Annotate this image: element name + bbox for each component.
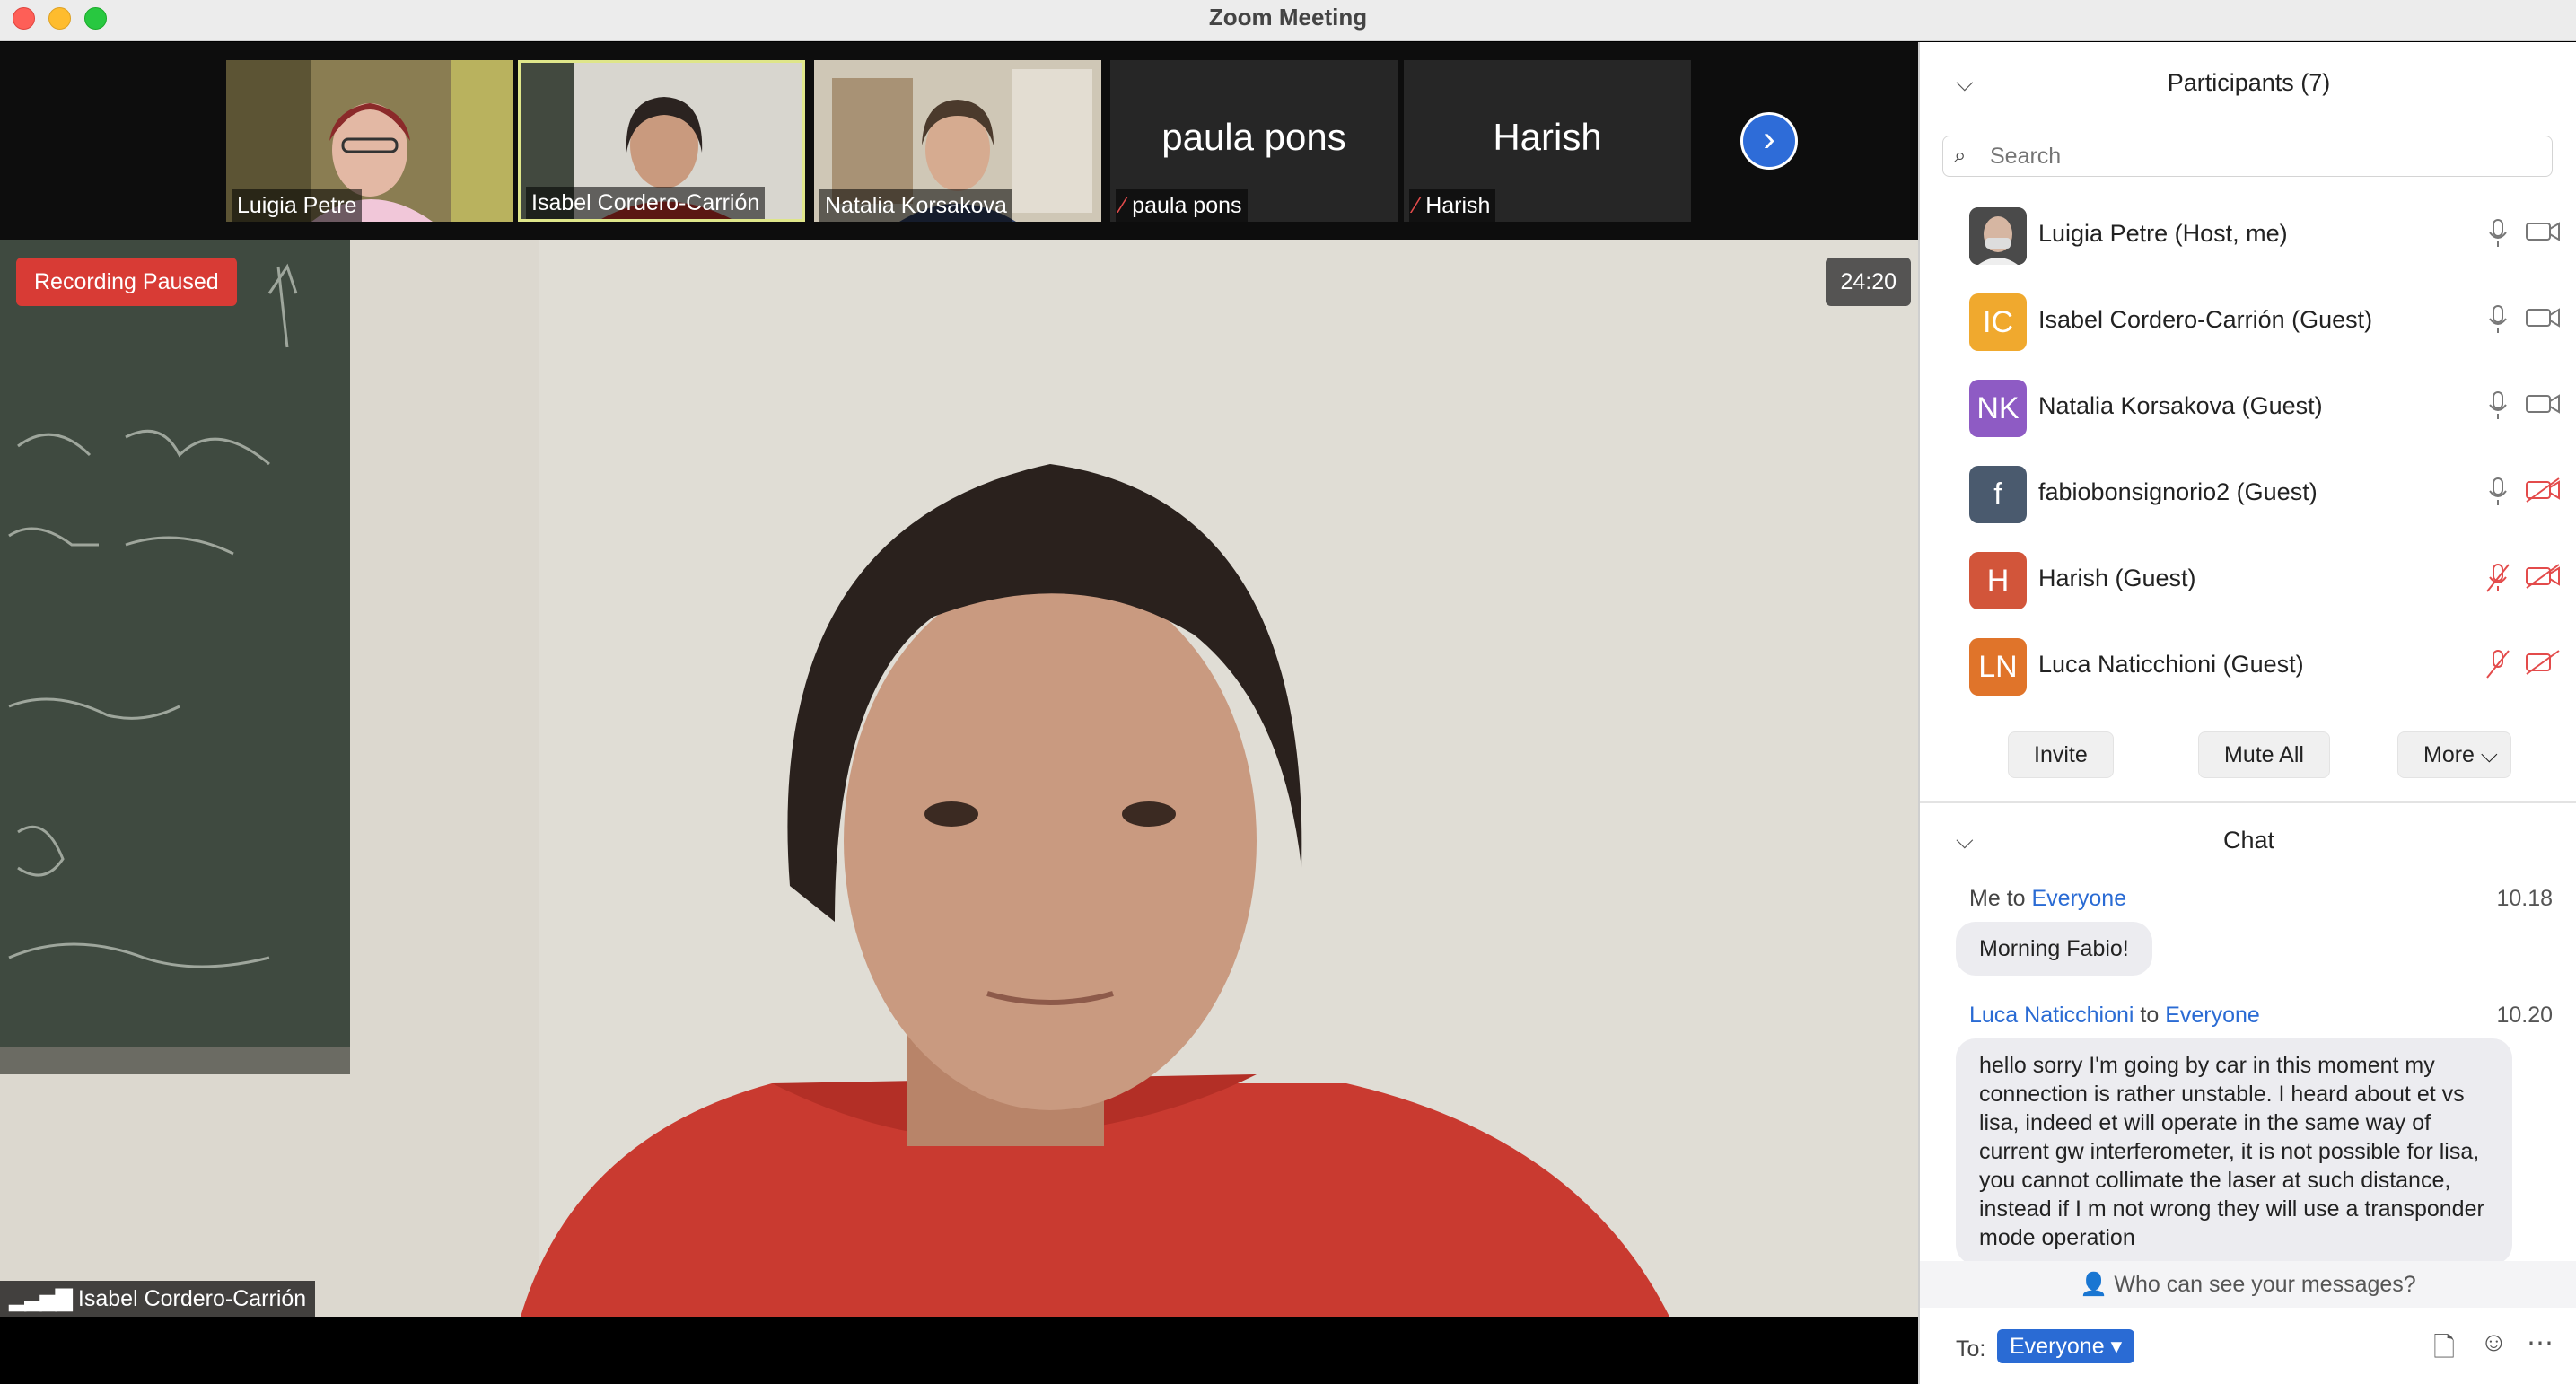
participant-search[interactable]: ⌕	[1942, 136, 2553, 177]
microphone-muted-icon	[2480, 563, 2516, 599]
avatar: IC	[1969, 293, 2027, 351]
more-button[interactable]: More ⌵	[2397, 731, 2511, 778]
participant-big-name: Harish	[1493, 116, 1602, 158]
person-icon: 👤	[2080, 1272, 2108, 1297]
message-header: Me to Everyone	[1969, 886, 2127, 911]
emoji-icon[interactable]: ☺	[2480, 1327, 2508, 1358]
participant-row[interactable]: Luigia Petre (Host, me)	[1920, 195, 2576, 281]
search-input[interactable]	[1990, 136, 2528, 176]
who-can-see-messages[interactable]: 👤 Who can see your messages?	[1920, 1261, 2576, 1308]
avatar: f	[1969, 466, 2027, 523]
thumbnail-natalia-korsakova[interactable]: Natalia Korsakova	[814, 60, 1101, 222]
chat-composer: To: Everyone ▾ 🗋 ☺ ⋯	[1920, 1308, 2576, 1384]
microphone-icon	[2480, 390, 2516, 426]
thumbnail-name: Natalia Korsakova	[819, 189, 1012, 222]
participant-name: Isabel Cordero-Carrión (Guest)	[2038, 306, 2373, 333]
file-icon[interactable]: 🗋	[2433, 1327, 2455, 1373]
video-camera-off-icon	[2523, 477, 2563, 512]
participants-title: Participants (7)	[2167, 69, 2331, 96]
message-header: Luca Naticchioni to Everyone	[1969, 1003, 2260, 1028]
thumbnail-harish[interactable]: Harish ∕ Harish	[1404, 60, 1691, 222]
thumbnail-paula-pons[interactable]: paula pons ∕ paula pons	[1110, 60, 1398, 222]
zoom-window: Zoom Meeting Luigia Petre Isabel Cordero…	[0, 0, 2576, 1384]
participant-big-name: paula pons	[1161, 116, 1346, 158]
microphone-muted-icon	[2480, 649, 2516, 685]
speaker-video-frame	[0, 240, 1918, 1317]
signal-strength-icon: ▂▃▅▇	[9, 1286, 73, 1311]
recipient-link[interactable]: Everyone	[2165, 1003, 2260, 1028]
chevron-right-icon: ›	[1763, 119, 1775, 159]
avatar	[1969, 207, 2027, 265]
mic-muted-icon: ∕	[1415, 193, 1419, 218]
video-camera-off-icon	[2523, 649, 2563, 685]
sender-link[interactable]: Luca Naticchioni	[1969, 1003, 2134, 1028]
thumbnail-strip: Luigia Petre Isabel Cordero-Carrión Nata…	[0, 42, 1918, 240]
microphone-icon	[2480, 477, 2516, 512]
participant-row[interactable]: f fabiobonsignorio2 (Guest)	[1920, 453, 2576, 539]
chat-panel: ⌵ Chat Me to Everyone 10.18 Morning Fabi…	[1920, 803, 2576, 1306]
recipient-link[interactable]: Everyone	[2032, 886, 2127, 911]
video-camera-icon	[2523, 390, 2563, 426]
chat-header: ⌵ Chat	[1920, 812, 2576, 866]
dropdown-arrow-icon: ▾	[2110, 1334, 2123, 1359]
participant-row[interactable]: LN Luca Naticchioni (Guest)	[1920, 626, 2576, 710]
meeting-controls-bar	[0, 1317, 1918, 1384]
thumbnail-name: Luigia Petre	[232, 189, 363, 222]
chevron-down-icon: ⌵	[2480, 742, 2498, 767]
main-video: Recording Paused 24:20 ▂▃▅▇ Isabel Corder…	[0, 240, 1918, 1317]
mute-all-button[interactable]: Mute All	[2198, 731, 2330, 778]
chat-title: Chat	[2222, 827, 2275, 854]
avatar: NK	[1969, 380, 2027, 437]
microphone-icon	[2480, 304, 2516, 340]
chat-message-bubble: Morning Fabio!	[1956, 922, 2152, 976]
participant-name: Luigia Petre (Host, me)	[2038, 220, 2288, 247]
to-label: To:	[1956, 1336, 1986, 1362]
participant-row[interactable]: H Harish (Guest)	[1920, 539, 2576, 626]
thumbnail-isabel-cordero-carrion[interactable]: Isabel Cordero-Carrión	[518, 60, 805, 222]
video-camera-icon	[2523, 218, 2563, 254]
title-bar: Zoom Meeting	[0, 0, 2576, 41]
participant-list: Luigia Petre (Host, me) IC Isabel Corder…	[1920, 195, 2576, 710]
recipient-select[interactable]: Everyone ▾	[1997, 1329, 2135, 1363]
participant-name: Harish (Guest)	[2038, 565, 2196, 591]
mic-muted-icon: ∕	[1121, 193, 1126, 218]
meeting-timer: 24:20	[1826, 258, 1911, 306]
recording-status-badge[interactable]: Recording Paused	[16, 258, 237, 306]
thumbnail-name: ∕ Harish	[1409, 189, 1496, 222]
participant-row[interactable]: IC Isabel Cordero-Carrión (Guest)	[1920, 281, 2576, 367]
video-camera-off-icon	[2523, 563, 2563, 599]
avatar: LN	[1969, 638, 2027, 696]
thumbnail-luigia-petre[interactable]: Luigia Petre	[226, 60, 513, 222]
participant-row[interactable]: NK Natalia Korsakova (Guest)	[1920, 367, 2576, 453]
participant-name: Luca Naticchioni (Guest)	[2038, 651, 2304, 678]
chat-message-bubble: hello sorry I'm going by car in this mom…	[1956, 1038, 2512, 1265]
participant-actions: Invite Mute All More ⌵	[1920, 710, 2576, 803]
invite-button[interactable]: Invite	[2008, 731, 2114, 778]
avatar: H	[1969, 552, 2027, 609]
window-title: Zoom Meeting	[1208, 4, 1368, 31]
next-page-button[interactable]: ›	[1740, 112, 1798, 170]
thumbnail-name: ∕ paula pons	[1116, 189, 1248, 222]
participant-name: fabiobonsignorio2 (Guest)	[2038, 478, 2318, 505]
message-time: 10.20	[2496, 1003, 2553, 1028]
video-camera-icon	[2523, 304, 2563, 340]
thumbnail-name: Isabel Cordero-Carrión	[526, 187, 766, 219]
search-icon: ⌕	[1954, 144, 1967, 168]
message-time: 10.18	[2496, 886, 2553, 911]
speaker-name-label: ▂▃▅▇ Isabel Cordero-Carrión	[0, 1281, 316, 1317]
microphone-icon	[2480, 218, 2516, 254]
more-options-icon[interactable]: ⋯	[2527, 1327, 2554, 1359]
side-panel: ⌵ Participants (7) ⌕ Luigia Petre (Host,…	[1918, 42, 2576, 1384]
participant-name: Natalia Korsakova (Guest)	[2038, 392, 2323, 419]
participants-header: ⌵ Participants (7)	[1920, 55, 2576, 109]
